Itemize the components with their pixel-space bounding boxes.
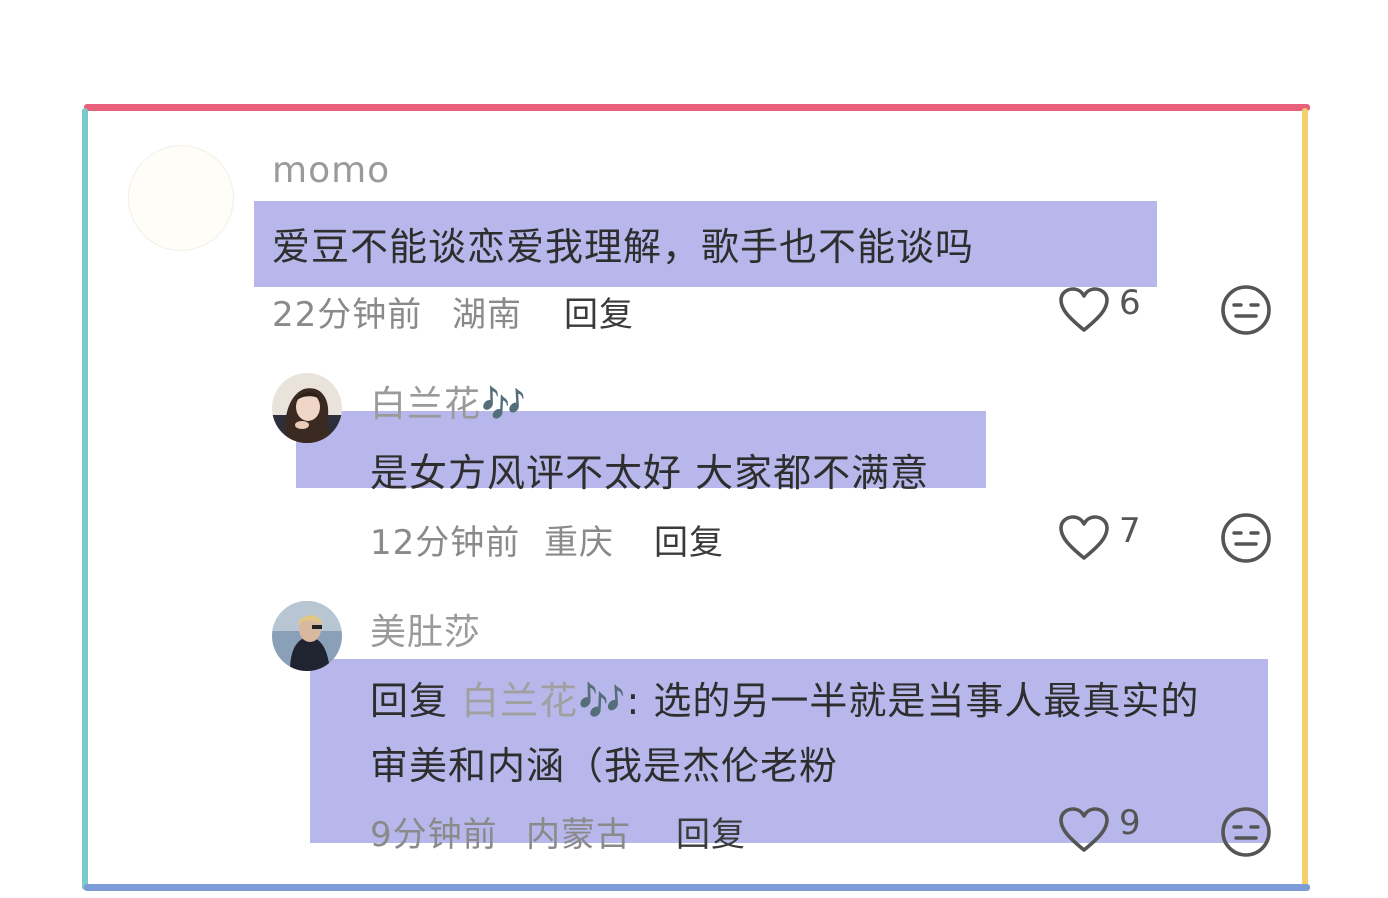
frame-border-right	[1302, 108, 1308, 890]
reply-button[interactable]: 回复	[654, 515, 724, 564]
avatar[interactable]	[128, 145, 234, 251]
comment-content: : 选的另一半就是当事人最真实的	[626, 679, 1200, 723]
heart-outline-icon[interactable]	[1058, 806, 1110, 854]
avatar[interactable]	[272, 601, 342, 671]
reply-prefix: 回复	[370, 679, 449, 723]
comment-content: 是女方风评不太好 大家都不满意	[370, 451, 930, 495]
comment-username[interactable]: 白兰花🎶	[370, 375, 527, 427]
heart-outline-icon[interactable]	[1058, 286, 1110, 334]
neutral-face-icon[interactable]	[1220, 512, 1272, 564]
reply-to-username[interactable]: 白兰花🎶	[461, 679, 626, 723]
heart-outline-icon[interactable]	[1058, 514, 1110, 562]
avatar[interactable]	[272, 373, 342, 443]
like-count: 7	[1119, 511, 1141, 551]
comment-content: 审美和内涵（我是杰伦老粉	[370, 744, 839, 788]
like-count: 6	[1119, 283, 1141, 323]
comment-username[interactable]: 美肚莎	[370, 603, 481, 655]
comment-content: 爱豆不能谈恋爱我理解，歌手也不能谈吗	[272, 225, 975, 269]
neutral-face-icon[interactable]	[1220, 806, 1272, 858]
comment-location: 内蒙古	[526, 815, 631, 855]
reply-button[interactable]: 回复	[676, 807, 746, 856]
neutral-face-icon[interactable]	[1220, 284, 1272, 336]
comment-username[interactable]: momo	[272, 150, 390, 191]
frame-border-bottom	[84, 884, 1310, 891]
frame-border-top	[84, 104, 1310, 111]
like-count: 9	[1119, 803, 1141, 843]
frame-border-left	[82, 108, 88, 890]
comment-location: 重庆	[544, 523, 614, 563]
comment-content-line: 回复 白兰花🎶: 选的另一半就是当事人最真实的	[370, 670, 1199, 725]
comment-time: 22分钟前	[272, 295, 423, 335]
comment-location: 湖南	[452, 295, 522, 335]
reply-button[interactable]: 回复	[564, 287, 634, 336]
comment-time: 12分钟前	[370, 523, 521, 563]
comment-time: 9分钟前	[370, 815, 498, 855]
